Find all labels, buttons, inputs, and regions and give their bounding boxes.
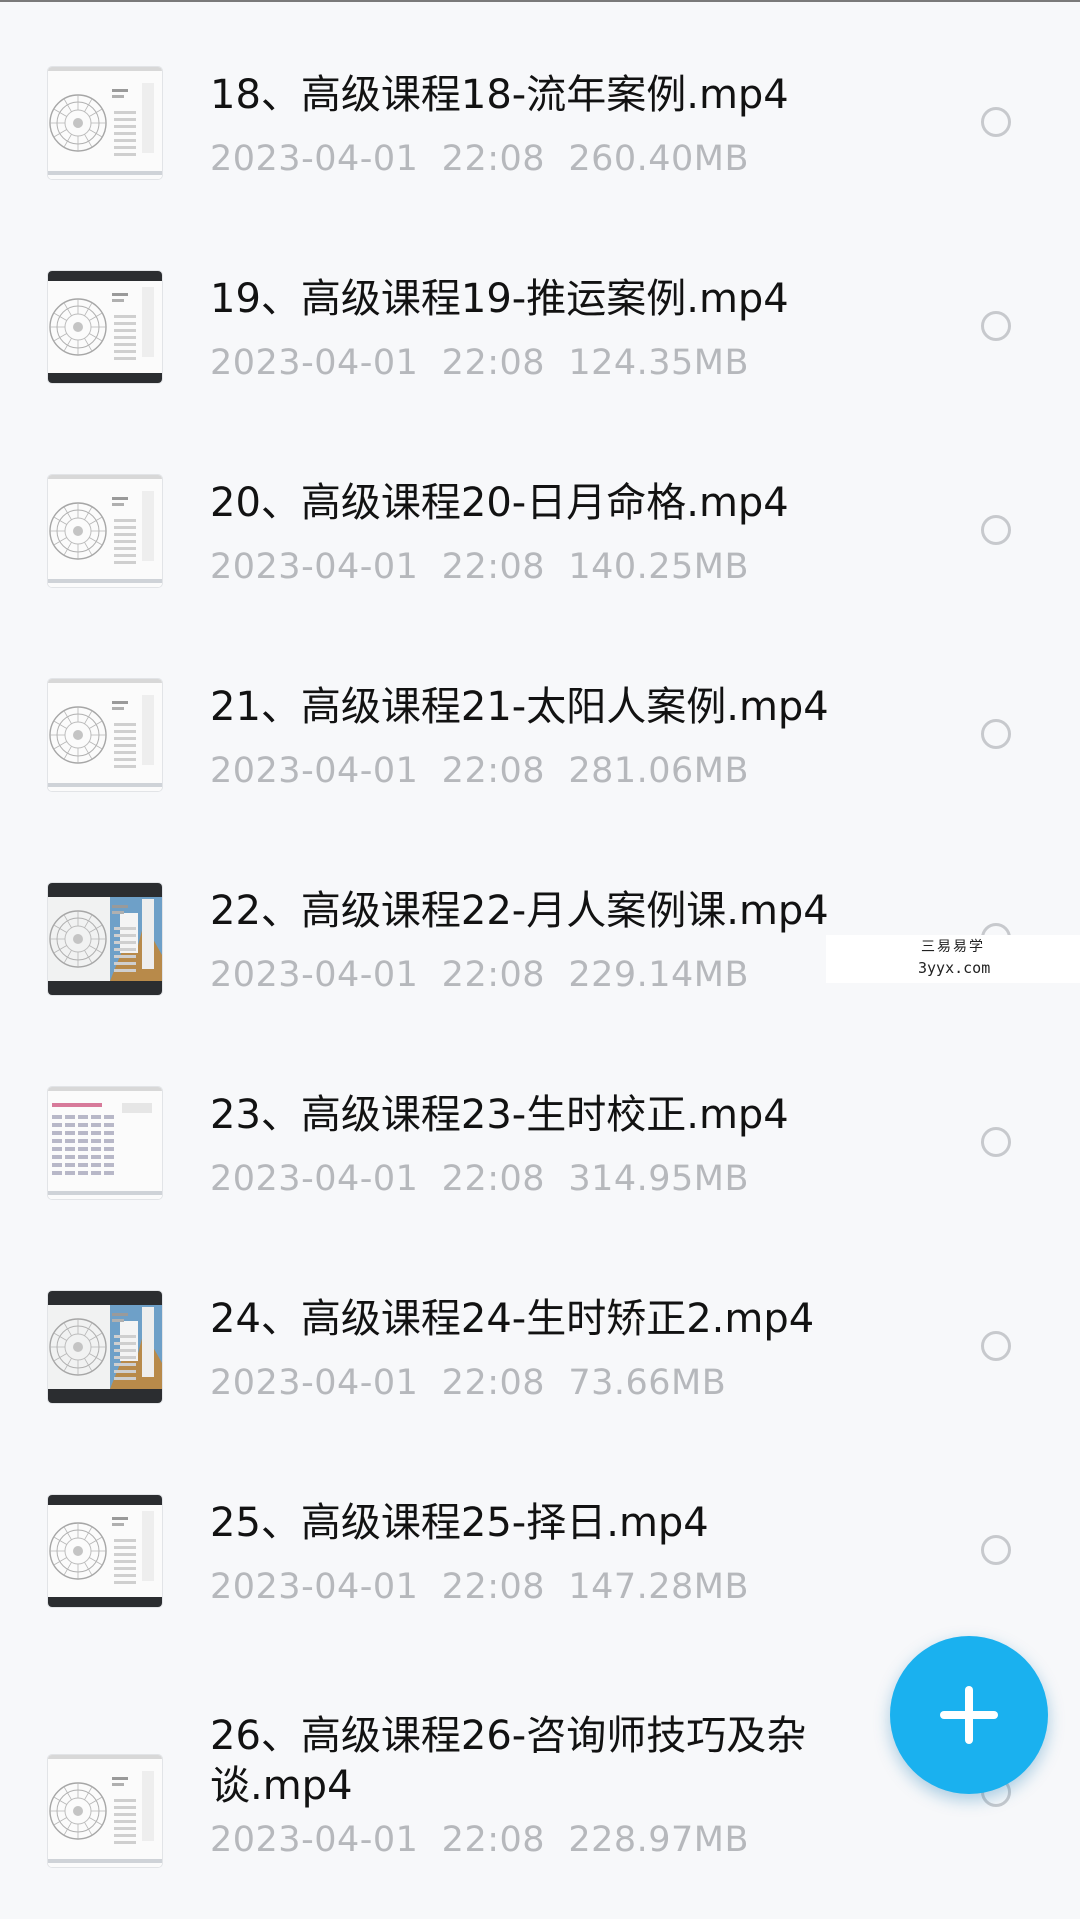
- video-thumbnail: [48, 1087, 162, 1199]
- watermark-url: 3yyx.com: [918, 959, 991, 977]
- plus-icon-stroke: [965, 1686, 973, 1744]
- select-radio[interactable]: [981, 1331, 1011, 1361]
- file-row[interactable]: 23、高级课程23-生时校正.mp4 2023-04-01 22:08 314.9…: [0, 1083, 1080, 1273]
- select-radio[interactable]: [981, 1535, 1011, 1565]
- file-meta: 2023-04-01 22:08 228.97MB: [210, 1819, 749, 1861]
- file-time: 22:08: [441, 343, 546, 383]
- file-time: 22:08: [441, 547, 546, 587]
- file-time: 22:08: [441, 139, 546, 179]
- file-row[interactable]: 19、高级课程19-推运案例.mp4 2023-04-01 22:08 124.3…: [0, 267, 1080, 457]
- file-time: 22:08: [441, 751, 546, 791]
- video-thumbnail: [48, 1291, 162, 1403]
- file-date: 2023-04-01: [210, 139, 419, 179]
- file-time: 22:08: [441, 1159, 546, 1199]
- file-date: 2023-04-01: [210, 1363, 419, 1403]
- select-radio[interactable]: [981, 515, 1011, 545]
- video-thumbnail: [48, 475, 162, 587]
- file-row[interactable]: 18、高级课程18-流年案例.mp4 2023-04-01 22:08 260.4…: [0, 63, 1080, 253]
- file-size: 228.97MB: [568, 1820, 749, 1860]
- video-thumbnail: [48, 883, 162, 995]
- file-size: 73.66MB: [568, 1363, 727, 1403]
- file-name: 24、高级课程24-生时矫正2.mp4: [210, 1296, 815, 1342]
- file-name: 26、高级课程26-咨询师技巧及杂谈.mp4: [210, 1713, 807, 1809]
- select-radio[interactable]: [981, 719, 1011, 749]
- file-date: 2023-04-01: [210, 343, 419, 383]
- file-row[interactable]: 24、高级课程24-生时矫正2.mp4 2023-04-01 22:08 73.6…: [0, 1287, 1080, 1477]
- video-thumbnail: [48, 1755, 162, 1867]
- select-radio[interactable]: [981, 1127, 1011, 1157]
- add-button[interactable]: [890, 1636, 1048, 1794]
- file-row[interactable]: 20、高级课程20-日月命格.mp4 2023-04-01 22:08 140.2…: [0, 471, 1080, 661]
- file-name: 19、高级课程19-推运案例.mp4: [210, 276, 789, 322]
- file-size: 147.28MB: [568, 1567, 749, 1607]
- file-time: 22:08: [441, 1363, 546, 1403]
- file-time: 22:08: [441, 1820, 546, 1860]
- file-name: 21、高级课程21-太阳人案例.mp4: [210, 684, 829, 730]
- file-meta: 2023-04-01 22:08 73.66MB: [210, 1362, 726, 1404]
- file-date: 2023-04-01: [210, 955, 419, 995]
- file-name: 25、高级课程25-择日.mp4: [210, 1500, 709, 1546]
- file-size: 281.06MB: [568, 751, 749, 791]
- file-name: 22、高级课程22-月人案例课.mp4: [210, 888, 829, 934]
- file-size: 260.40MB: [568, 139, 749, 179]
- file-row[interactable]: 21、高级课程21-太阳人案例.mp4 2023-04-01 22:08 281.…: [0, 675, 1080, 865]
- file-size: 140.25MB: [568, 547, 749, 587]
- file-date: 2023-04-01: [210, 751, 419, 791]
- file-time: 22:08: [441, 955, 546, 995]
- video-thumbnail: [48, 679, 162, 791]
- file-name: 18、高级课程18-流年案例.mp4: [210, 72, 789, 118]
- file-meta: 2023-04-01 22:08 140.25MB: [210, 546, 749, 588]
- file-meta: 2023-04-01 22:08 314.95MB: [210, 1158, 749, 1200]
- file-time: 22:08: [441, 1567, 546, 1607]
- file-date: 2023-04-01: [210, 547, 419, 587]
- file-date: 2023-04-01: [210, 1820, 419, 1860]
- file-meta: 2023-04-01 22:08 281.06MB: [210, 750, 749, 792]
- file-size: 124.35MB: [568, 343, 749, 383]
- file-size: 314.95MB: [568, 1159, 749, 1199]
- file-size: 229.14MB: [568, 955, 749, 995]
- watermark-title: 三易易学: [921, 939, 985, 955]
- watermark: 三易易学 3yyx.com: [826, 935, 1080, 983]
- file-name: 20、高级课程20-日月命格.mp4: [210, 480, 789, 526]
- video-thumbnail: [48, 67, 162, 179]
- select-radio[interactable]: [981, 107, 1011, 137]
- file-meta: 2023-04-01 22:08 147.28MB: [210, 1566, 749, 1608]
- file-meta: 2023-04-01 22:08 260.40MB: [210, 138, 749, 180]
- file-date: 2023-04-01: [210, 1159, 419, 1199]
- file-row[interactable]: 25、高级课程25-择日.mp4 2023-04-01 22:08 147.28M…: [0, 1491, 1080, 1681]
- file-meta: 2023-04-01 22:08 124.35MB: [210, 342, 749, 384]
- file-meta: 2023-04-01 22:08 229.14MB: [210, 954, 749, 996]
- video-thumbnail: [48, 1495, 162, 1607]
- file-date: 2023-04-01: [210, 1567, 419, 1607]
- select-radio[interactable]: [981, 311, 1011, 341]
- file-name: 23、高级课程23-生时校正.mp4: [210, 1092, 789, 1138]
- video-thumbnail: [48, 271, 162, 383]
